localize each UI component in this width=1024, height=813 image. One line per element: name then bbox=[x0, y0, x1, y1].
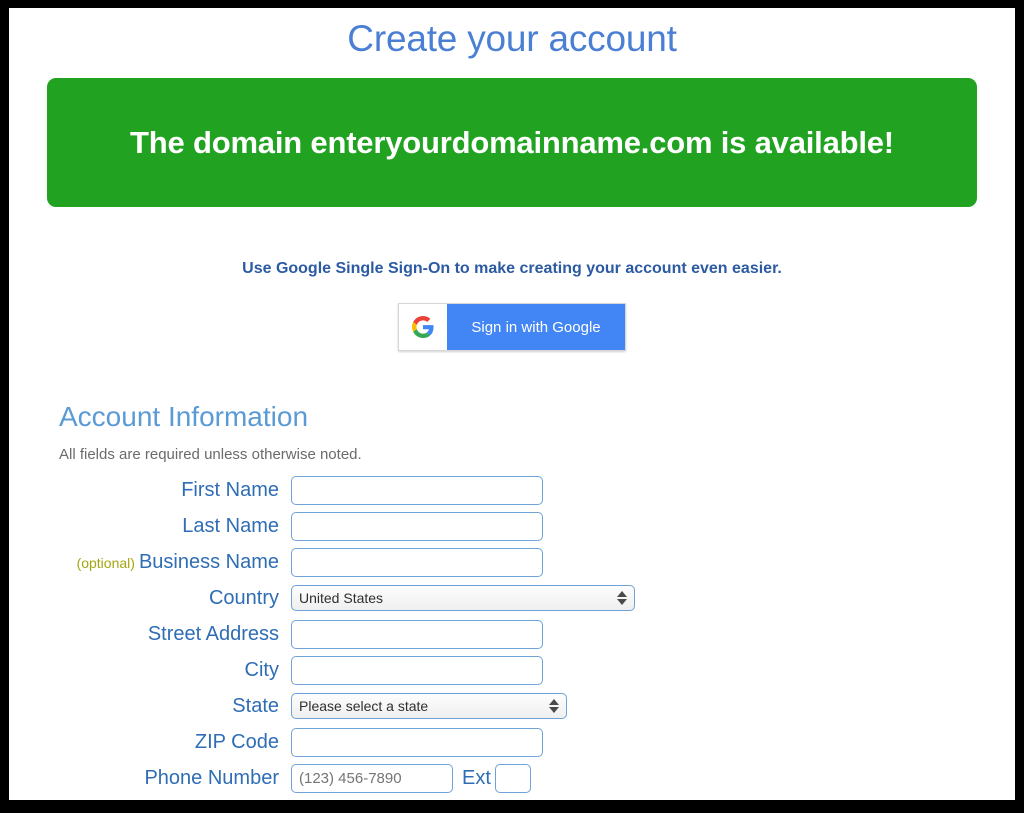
phone-number-input[interactable] bbox=[291, 763, 453, 793]
domain-availability-banner: The domain enteryourdomainname.com is av… bbox=[47, 78, 977, 208]
sign-in-with-google-label: Sign in with Google bbox=[471, 318, 601, 336]
sign-in-with-google-button[interactable]: Sign in with Google bbox=[398, 303, 626, 352]
city-label-cell: City bbox=[9, 659, 291, 682]
form-row-street-address: Street Address bbox=[9, 617, 1015, 651]
domain-availability-message: The domain enteryourdomainname.com is av… bbox=[130, 124, 894, 160]
form-row-last-name: Last Name bbox=[9, 509, 1015, 543]
page-title: Create your account bbox=[347, 18, 677, 59]
last-name-label-cell: Last Name bbox=[9, 515, 291, 538]
street-address-input[interactable] bbox=[291, 619, 543, 649]
country-select-value: United States bbox=[299, 590, 384, 607]
ext-label: Ext bbox=[462, 766, 491, 789]
state-label: State bbox=[232, 694, 279, 717]
country-select[interactable]: United States bbox=[291, 585, 635, 612]
form-row-business-name: (optional) Business Name bbox=[9, 545, 1015, 579]
chevron-updown-icon bbox=[549, 699, 559, 714]
form-row-city: City bbox=[9, 653, 1015, 687]
state-select[interactable]: Please select a state bbox=[291, 693, 567, 720]
business-name-label: Business Name bbox=[138, 550, 279, 573]
phone-number-label-cell: Phone Number bbox=[9, 767, 291, 790]
ext-input[interactable] bbox=[494, 763, 531, 793]
sso-button-container: Sign in with Google bbox=[9, 303, 1015, 352]
required-fields-note: All fields are required unless otherwise… bbox=[59, 446, 362, 464]
sso-prompt-text: Use Google Single Sign-On to make creati… bbox=[242, 260, 782, 278]
business-name-label-cell: (optional) Business Name bbox=[9, 551, 291, 574]
first-name-input[interactable] bbox=[291, 475, 543, 505]
form-row-zip-code: ZIP Code bbox=[9, 725, 1015, 759]
business-name-input[interactable] bbox=[291, 547, 543, 577]
google-g-icon bbox=[399, 304, 448, 351]
first-name-label: First Name bbox=[181, 478, 279, 501]
international-number-row: Use an international number bbox=[9, 799, 1015, 800]
first-name-label-cell: First Name bbox=[9, 479, 291, 502]
use-international-number-link[interactable]: Use an international number bbox=[295, 799, 509, 800]
last-name-label: Last Name bbox=[182, 514, 279, 537]
zip-code-input[interactable] bbox=[291, 727, 543, 757]
zip-code-label-cell: ZIP Code bbox=[9, 731, 291, 754]
last-name-input[interactable] bbox=[291, 511, 543, 541]
zip-code-label: ZIP Code bbox=[194, 730, 279, 753]
chevron-updown-icon bbox=[617, 591, 627, 606]
country-label: Country bbox=[208, 586, 279, 609]
account-information-heading: Account Information bbox=[59, 401, 309, 433]
form-row-country: Country United States bbox=[9, 581, 1015, 615]
account-information-form: First Name Last Name (optional) Business … bbox=[9, 473, 1015, 800]
city-input[interactable] bbox=[291, 655, 543, 685]
state-label-cell: State bbox=[9, 695, 291, 718]
state-select-value: Please select a state bbox=[299, 698, 429, 715]
form-row-phone-number: Phone Number Ext bbox=[9, 761, 1015, 795]
street-address-label-cell: Street Address bbox=[9, 623, 291, 646]
page-content: Create your account The domain enteryour… bbox=[9, 8, 1015, 800]
city-label: City bbox=[244, 658, 279, 681]
country-label-cell: Country bbox=[9, 587, 291, 610]
business-name-optional-tag: (optional) bbox=[76, 554, 135, 571]
phone-number-label: Phone Number bbox=[144, 766, 279, 789]
street-address-label: Street Address bbox=[147, 622, 279, 645]
form-row-state: State Please select a state bbox=[9, 689, 1015, 723]
form-row-first-name: First Name bbox=[9, 473, 1015, 507]
